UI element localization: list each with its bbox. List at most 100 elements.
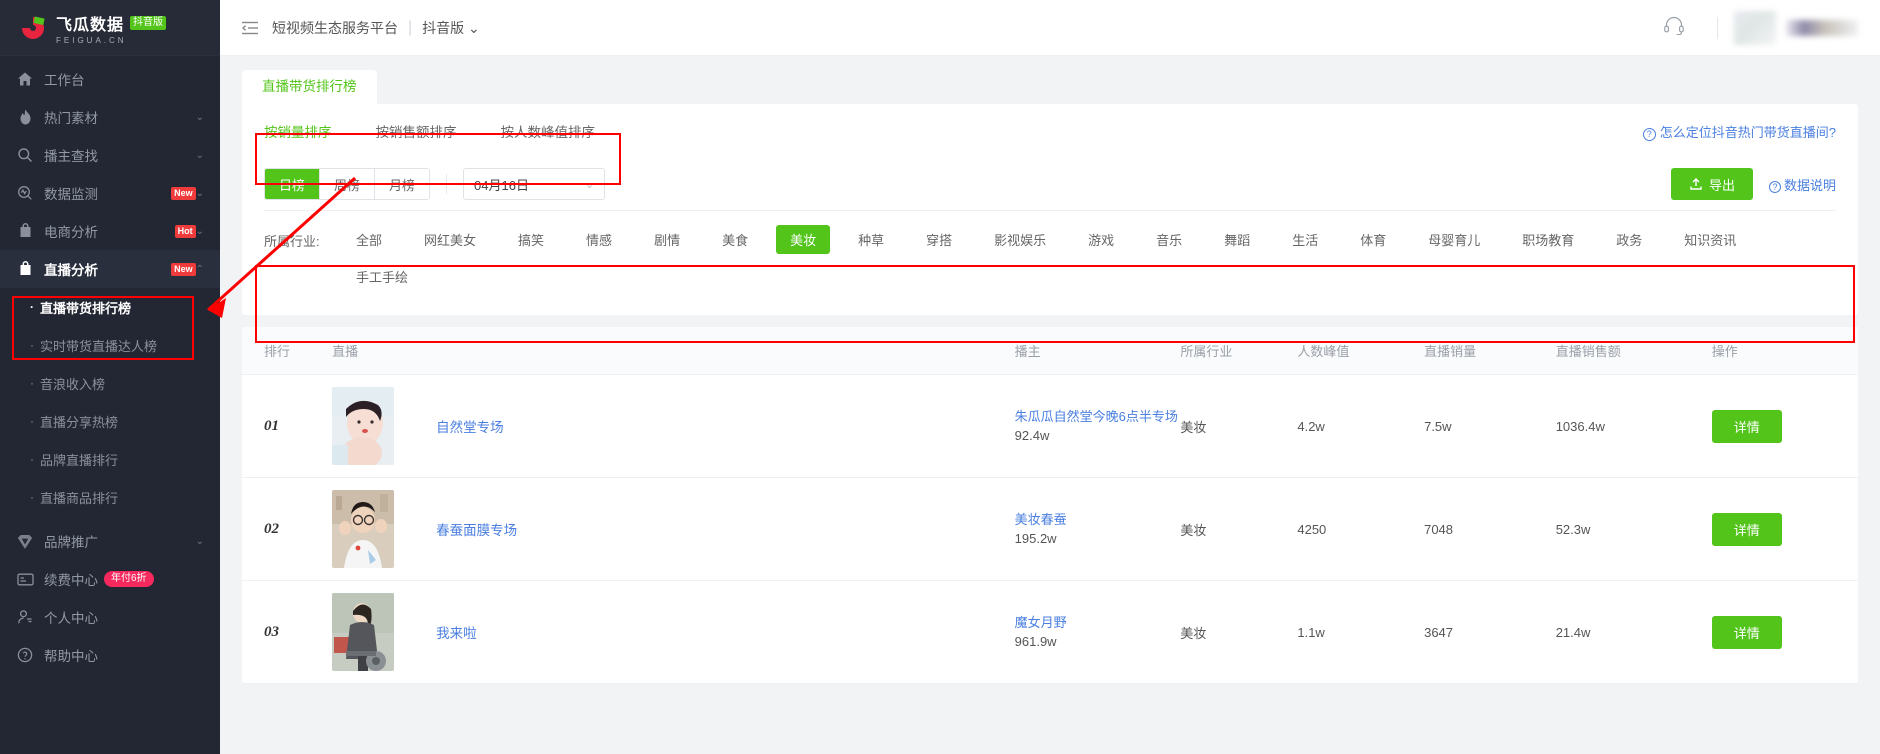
cell-sales-amount: 21.4w	[1555, 580, 1712, 684]
detail-button[interactable]: 详情	[1711, 615, 1782, 649]
sidebar-item-label: 数据监测	[44, 187, 98, 202]
platform-version-label: 抖音版	[422, 19, 465, 36]
industry-item-influencer[interactable]: 网红美女	[410, 225, 490, 254]
industry-item-all[interactable]: 全部	[342, 225, 396, 254]
host-name-link[interactable]: 美妆春蚕	[1015, 510, 1181, 529]
live-thumbnail[interactable]	[332, 387, 395, 465]
bullet-icon: ·	[30, 452, 34, 466]
card-icon	[16, 570, 34, 588]
sidebar-item-realtime-host-rank[interactable]: · 实时带货直播达人榜	[0, 326, 220, 364]
control-row-right: 导出 ? 数据说明	[1670, 168, 1836, 200]
brand-domain: FEIGUA.CN	[56, 35, 127, 45]
cell-host: 朱瓜瓜自然堂今晚6点半专场 92.4w	[1014, 374, 1181, 478]
sidebar-item-renewal-center[interactable]: 续费中心 年付6折	[0, 560, 220, 598]
sidebar-item-brand-promotion[interactable]: 品牌推广 ⌄	[0, 522, 220, 560]
host-fans-count: 961.9w	[1014, 634, 1057, 649]
cell-action: 详情	[1711, 477, 1858, 581]
sidebar-subitem-label: 直播商品排行	[40, 490, 119, 506]
sidebar: 飞瓜数据 抖音版 FEIGUA.CN 工作台 热门素材 ⌄ 播主查找 ⌄ 数据监…	[0, 0, 220, 754]
table-header-row: 排行 直播 播主 所属行业 人数峰值 直播销量 直播销售额 操作	[242, 327, 1858, 375]
industry-item-emotion[interactable]: 情感	[572, 225, 626, 254]
cell-rank: 03	[242, 580, 333, 684]
industry-item-food[interactable]: 美食	[708, 225, 762, 254]
sidebar-item-personal-center[interactable]: 个人中心	[0, 598, 220, 636]
sidebar-item-live-analysis[interactable]: 直播分析 New ⌃	[0, 250, 220, 288]
industry-item-career-education[interactable]: 职场教育	[1508, 225, 1588, 254]
tab-live-sales-rank[interactable]: 直播带货排行榜	[242, 70, 377, 104]
sidebar-item-live-product-rank[interactable]: · 直播商品排行	[0, 478, 220, 516]
cell-live: 我来啦	[332, 580, 1015, 684]
live-thumbnail[interactable]	[332, 490, 395, 568]
live-title-link[interactable]: 自然堂专场	[436, 416, 504, 436]
avatar[interactable]	[1734, 10, 1776, 45]
industry-item-dance[interactable]: 舞蹈	[1210, 225, 1264, 254]
subtab-sort-by-amount[interactable]: 按销售额排序	[376, 121, 457, 141]
industry-item-fashion[interactable]: 穿搭	[912, 225, 966, 254]
sidebar-item-ecommerce[interactable]: 电商分析 Hot ⌄	[0, 212, 220, 250]
platform-version-selector[interactable]: 抖音版 ⌄	[422, 18, 480, 38]
page-content: 直播带货排行榜 按销量排序 按销售额排序 按人数峰值排序 ? 怎么定位抖音热门带货…	[220, 56, 1880, 754]
industry-item-music[interactable]: 音乐	[1142, 225, 1196, 254]
sidebar-item-data-monitor[interactable]: 数据监测 New ⌄	[0, 174, 220, 212]
industry-item-government[interactable]: 政务	[1602, 225, 1656, 254]
table-head: 排行 直播 播主 所属行业 人数峰值 直播销量 直播销售额 操作	[242, 327, 1858, 375]
industry-item-knowledge[interactable]: 知识资讯	[1670, 225, 1750, 254]
period-monthly-button[interactable]: 月榜	[375, 169, 430, 199]
sidebar-item-help-center[interactable]: 帮助中心	[0, 636, 220, 674]
column-header-rank: 排行	[242, 327, 333, 375]
chevron-down-icon: ⌄	[195, 535, 204, 547]
industry-item-beauty[interactable]: 美妆	[776, 225, 831, 254]
username-masked[interactable]	[1786, 19, 1858, 36]
subtab-sort-by-volume[interactable]: 按销量排序	[264, 121, 332, 141]
live-title-link[interactable]: 春蚕面膜专场	[436, 519, 517, 539]
industry-item-games[interactable]: 游戏	[1074, 225, 1128, 254]
date-picker[interactable]: 04月16日 ⌄	[463, 168, 606, 200]
table-row: 02 春蚕面膜专场 美妆春蚕 195.2w 美妆 4250 7048 52.3w…	[242, 477, 1858, 581]
sidebar-item-label: 续费中心	[44, 573, 98, 588]
industry-filter-items: 全部 网红美女 搞笑 情感 剧情 美食 美妆 种草 穿搭 影视娱乐 游戏 音乐 …	[342, 225, 1836, 299]
collapse-menu-icon[interactable]	[241, 21, 258, 35]
tab-label: 直播带货排行榜	[262, 79, 357, 94]
industry-item-sports[interactable]: 体育	[1346, 225, 1400, 254]
headset-icon[interactable]	[1663, 15, 1685, 40]
topbar: 短视频生态服务平台 | 抖音版 ⌄	[220, 0, 1880, 56]
detail-button[interactable]: 详情	[1711, 409, 1782, 443]
sidebar-subitem-label: 直播分享热榜	[40, 414, 119, 430]
column-header-action: 操作	[1711, 327, 1858, 375]
sidebar-item-label: 直播分析	[44, 263, 98, 278]
industry-item-handcraft[interactable]: 手工手绘	[342, 262, 422, 291]
column-header-peak-viewers: 人数峰值	[1297, 327, 1425, 375]
subtab-sort-by-peak[interactable]: 按人数峰值排序	[501, 121, 596, 141]
industry-item-film-entertainment[interactable]: 影视娱乐	[980, 225, 1060, 254]
brand-badge: 抖音版	[130, 15, 167, 30]
period-weekly-button[interactable]: 周榜	[320, 169, 376, 199]
host-name-link[interactable]: 魔女月野	[1015, 613, 1181, 632]
export-button[interactable]: 导出	[1670, 168, 1753, 200]
bag-icon	[16, 260, 34, 278]
sidebar-item-yinlang-income-rank[interactable]: · 音浪收入榜	[0, 364, 220, 402]
cell-live: 春蚕面膜专场	[332, 477, 1015, 581]
cell-host: 魔女月野 961.9w	[1014, 580, 1181, 684]
sidebar-item-workbench[interactable]: 工作台	[0, 60, 220, 98]
sidebar-item-live-share-rank[interactable]: · 直播分享热榜	[0, 402, 220, 440]
industry-item-funny[interactable]: 搞笑	[504, 225, 558, 254]
detail-button[interactable]: 详情	[1711, 512, 1782, 546]
sidebar-item-host-search[interactable]: 播主查找 ⌄	[0, 136, 220, 174]
help-link-hot-live-rooms[interactable]: ? 怎么定位抖音热门带货直播间?	[1642, 122, 1836, 141]
brand-logo[interactable]: 飞瓜数据 抖音版 FEIGUA.CN	[0, 0, 220, 56]
data-note-link[interactable]: ? 数据说明	[1768, 175, 1836, 194]
sidebar-item-hot-material[interactable]: 热门素材 ⌄	[0, 98, 220, 136]
industry-item-recommendation[interactable]: 种草	[844, 225, 898, 254]
live-thumbnail[interactable]	[332, 593, 395, 671]
industry-item-drama[interactable]: 剧情	[640, 225, 694, 254]
industry-item-parenting[interactable]: 母婴育儿	[1414, 225, 1494, 254]
sidebar-item-label: 个人中心	[44, 611, 98, 626]
industry-item-life[interactable]: 生活	[1278, 225, 1332, 254]
status-badge-hot: Hot	[174, 224, 196, 238]
sidebar-item-live-sales-rank[interactable]: · 直播带货排行榜	[0, 288, 220, 326]
sidebar-item-brand-live-rank[interactable]: · 品牌直播排行	[0, 440, 220, 478]
period-daily-button[interactable]: 日榜	[265, 169, 321, 199]
export-button-label: 导出	[1708, 177, 1735, 193]
host-name-link[interactable]: 朱瓜瓜自然堂今晚6点半专场	[1015, 407, 1181, 426]
live-title-link[interactable]: 我来啦	[436, 622, 477, 642]
